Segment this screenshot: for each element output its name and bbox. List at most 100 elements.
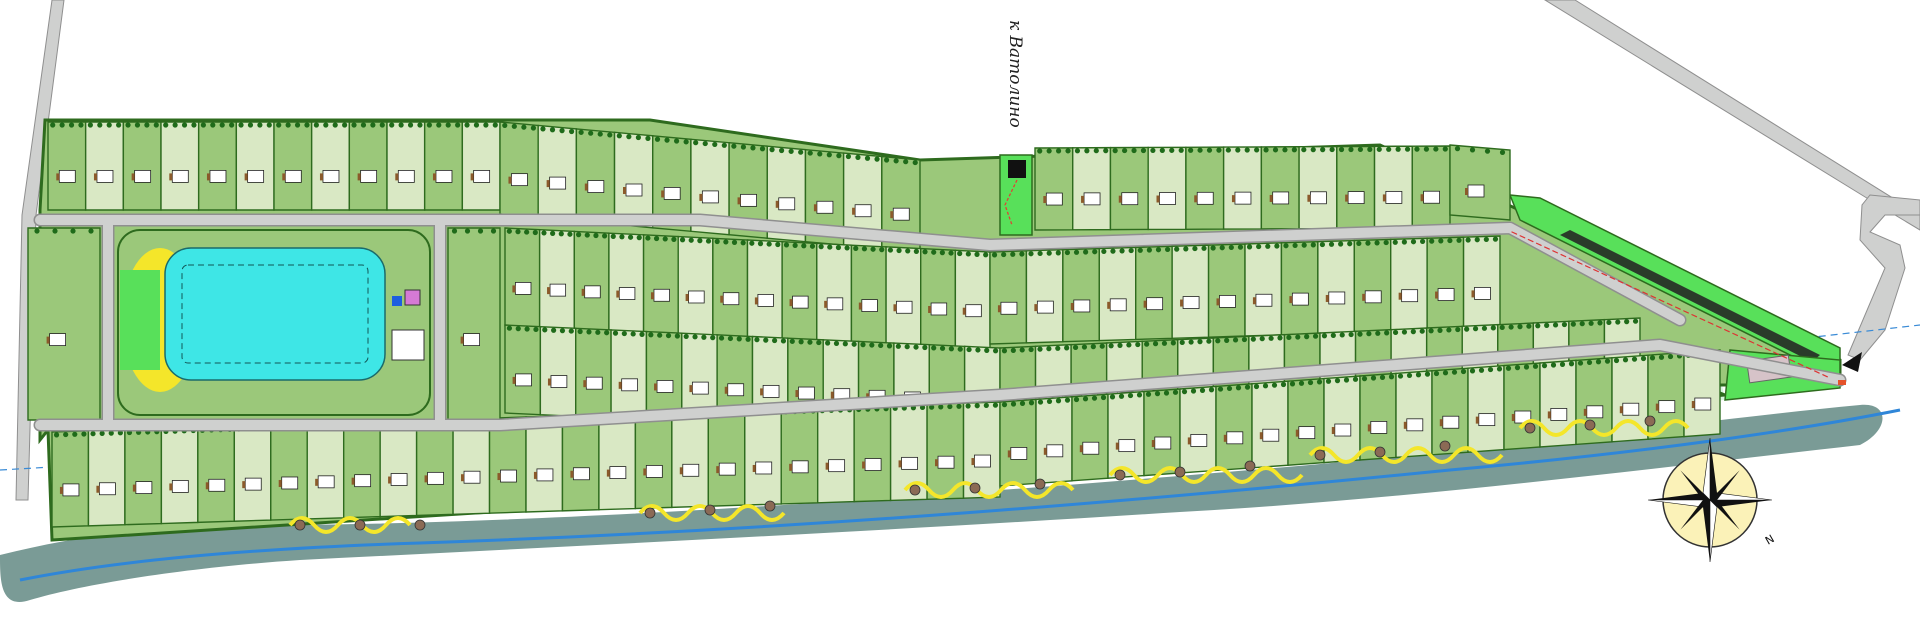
tree-icon: [1386, 146, 1392, 152]
porch-icon: [533, 471, 537, 479]
house-icon: [901, 456, 918, 470]
porch-icon: [1151, 440, 1155, 448]
tree-icon: [827, 244, 833, 250]
tree-icon: [1170, 340, 1176, 346]
pool-water: [164, 247, 386, 381]
tree-icon: [559, 328, 566, 334]
house-icon: [778, 197, 796, 211]
tree-icon: [1181, 389, 1188, 395]
porch-icon: [169, 173, 173, 181]
tree-icon: [1487, 366, 1494, 373]
porch-icon: [720, 295, 724, 303]
porch-icon: [132, 484, 136, 492]
tree-icon: [1456, 237, 1462, 243]
land-plot: [677, 235, 714, 338]
porch-icon: [547, 378, 551, 386]
tree-icon: [558, 231, 564, 237]
tree-icon: [1208, 387, 1215, 393]
tree-icon: [1423, 146, 1430, 152]
tree-icon: [939, 250, 945, 256]
tree-icon: [745, 336, 751, 342]
tree-icon: [627, 234, 634, 240]
tree-icon: [1118, 393, 1125, 399]
tree-icon: [584, 232, 590, 238]
porch-icon: [1216, 298, 1220, 306]
tree-icon: [657, 332, 663, 338]
tree-icon: [492, 122, 498, 128]
house-icon: [1045, 192, 1063, 206]
tree-icon: [727, 335, 734, 342]
tree-icon: [1010, 401, 1017, 407]
land-plot: [51, 430, 90, 528]
tree-icon: [1464, 326, 1470, 332]
tree-icon: [1199, 387, 1206, 393]
tree-icon: [1397, 373, 1404, 379]
land-plot: [386, 121, 426, 211]
tree-icon: [883, 157, 890, 163]
tree-icon: [1483, 236, 1489, 243]
tree-icon: [913, 344, 919, 350]
tree-icon: [1532, 363, 1539, 369]
tree-icon: [1283, 243, 1289, 249]
tree-icon: [99, 430, 105, 437]
tree-icon: [809, 243, 816, 249]
tree-icon: [1192, 245, 1198, 252]
tree-icon: [710, 335, 716, 341]
tree-icon: [1263, 147, 1269, 153]
porch-icon: [852, 207, 856, 215]
transformer-icon: [1008, 160, 1026, 178]
tree-icon: [948, 346, 954, 352]
land-plot: [1143, 388, 1181, 477]
tree-icon: [1286, 334, 1292, 341]
pool-pavilion: [391, 329, 425, 361]
tree-icon: [1183, 246, 1189, 252]
tree-icon: [1146, 247, 1152, 253]
porch-icon: [1115, 442, 1119, 450]
tree-icon: [1155, 247, 1162, 253]
tree-icon: [731, 143, 737, 149]
tree-icon: [90, 431, 96, 437]
tree-icon: [1321, 333, 1328, 339]
tree-icon: [896, 247, 902, 254]
porch-icon: [1034, 304, 1038, 312]
house-icon: [473, 169, 491, 183]
house-icon: [1298, 426, 1316, 440]
tree-icon: [1588, 320, 1594, 326]
porch-icon: [547, 287, 551, 295]
land-plot: [781, 240, 818, 343]
tree-icon: [991, 252, 998, 258]
tree-icon: [905, 248, 911, 254]
tree-icon: [219, 122, 225, 128]
land-plot: [306, 422, 345, 520]
tree-icon: [798, 339, 804, 345]
land-plot: [642, 234, 679, 336]
land-plot: [561, 413, 600, 512]
tree-icon: [1428, 328, 1434, 334]
tree-icon: [1433, 370, 1440, 377]
tree-icon: [697, 238, 703, 244]
tree-icon: [97, 122, 103, 128]
tree-icon: [1414, 146, 1420, 152]
tree-icon: [731, 239, 738, 245]
house-icon: [1291, 292, 1309, 306]
land-plot: [1135, 245, 1173, 341]
porch-icon: [470, 173, 474, 181]
tree-icon: [1259, 336, 1265, 342]
land-plot: [1062, 247, 1100, 343]
tree-icon: [1505, 365, 1512, 371]
house-icon: [828, 459, 846, 473]
tree-icon: [688, 237, 694, 243]
tree-icon: [1135, 341, 1141, 348]
tree-icon: [1410, 239, 1417, 245]
tree-icon: [816, 339, 822, 346]
porch-icon: [432, 173, 436, 181]
tree-icon: [635, 134, 642, 141]
house-icon: [247, 169, 265, 183]
tree-icon: [612, 330, 619, 336]
tree-icon: [229, 122, 235, 128]
porch-icon: [1331, 427, 1335, 435]
tree-icon: [1019, 347, 1025, 353]
tree-icon: [550, 230, 556, 236]
tree-icon: [645, 235, 651, 241]
porch-icon: [1619, 406, 1623, 414]
